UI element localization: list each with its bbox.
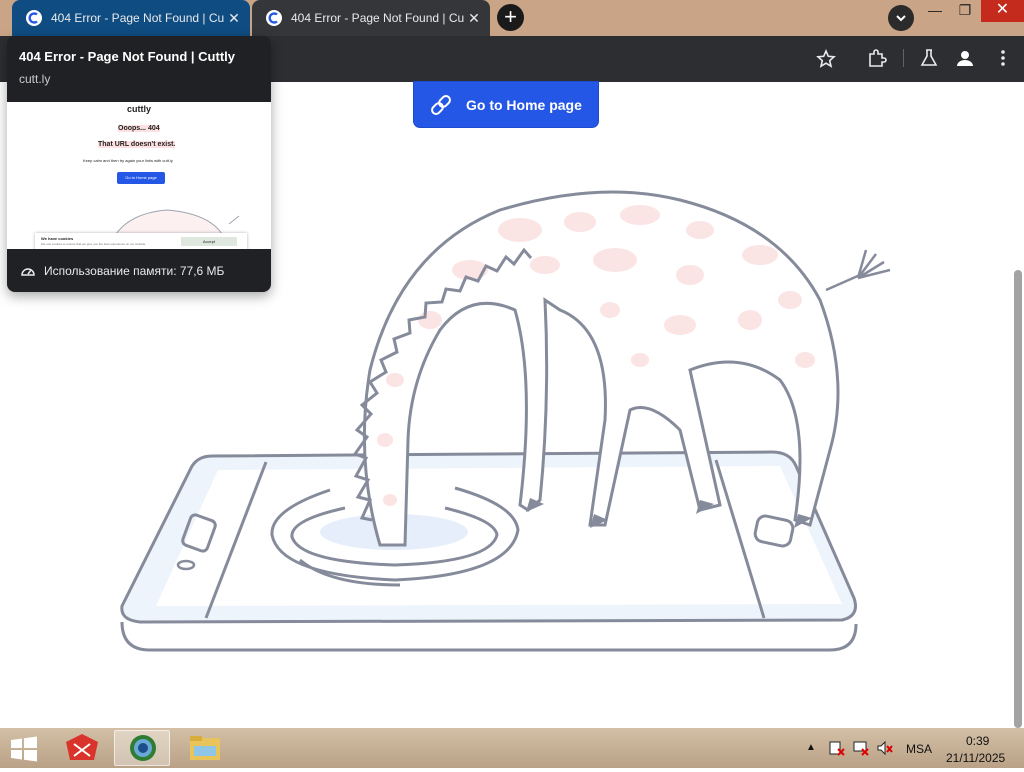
new-tab-button[interactable]: +	[497, 4, 524, 31]
preview-note: Keep calm and then try again your links …	[83, 158, 173, 163]
lab-icon[interactable]	[918, 47, 940, 69]
tab-title: 404 Error - Page Not Found | Cu	[291, 11, 465, 25]
tab-close-icon[interactable]: ✕	[226, 10, 242, 27]
hover-card-title: 404 Error - Page Not Found | Cuttly	[19, 49, 235, 64]
chevron-down-icon	[896, 15, 906, 22]
preview-cookie-title: We have cookies	[41, 236, 74, 241]
preview-heading: Ooops... 404	[118, 125, 160, 132]
preview-subheading: That URL doesn't exist.	[98, 141, 176, 148]
preview-cookie-banner: We have cookies We use cookies to ensure…	[35, 233, 247, 249]
tab-search-button[interactable]	[888, 5, 914, 31]
hover-card-preview: cuttly Ooops... 404 That URL doesn't exi…	[7, 102, 271, 249]
taskbar	[0, 728, 1024, 768]
clock-date[interactable]: 21/11/2025	[946, 751, 1005, 765]
preview-button: Go to Home page	[117, 172, 165, 184]
extensions-icon[interactable]	[866, 47, 888, 69]
restore-button[interactable]: ❐	[948, 0, 982, 22]
browser-app-icon	[130, 735, 156, 761]
tray-overflow-icon[interactable]: ▲	[806, 742, 816, 753]
cuttly-favicon-icon	[26, 10, 42, 26]
language-indicator[interactable]: MSA	[906, 742, 932, 756]
clock-time[interactable]: 0:39	[966, 734, 989, 748]
cuttly-favicon-icon	[266, 10, 282, 26]
flag-icon[interactable]	[828, 740, 846, 756]
tab-strip: 404 Error - Page Not Found | Cu ✕ 404 Er…	[0, 0, 1024, 36]
profile-icon[interactable]	[954, 47, 976, 69]
preview-logo: cuttly	[127, 104, 152, 114]
memory-icon	[21, 267, 35, 276]
star-icon[interactable]	[815, 48, 837, 70]
taskbar-app-browser[interactable]	[114, 730, 170, 766]
hover-card-domain: cutt.ly	[19, 72, 51, 86]
preview-cookie-text: We use cookies to ensure that we give yo…	[41, 242, 146, 246]
volume-muted-icon[interactable]	[876, 740, 894, 756]
app-icon	[66, 734, 98, 760]
preview-cookie-accept: Accept	[181, 237, 237, 246]
browser-tab[interactable]: 404 Error - Page Not Found | Cu ✕	[252, 0, 490, 36]
network-icon[interactable]	[852, 740, 870, 756]
taskbar-app-1[interactable]	[54, 730, 110, 766]
hover-card-footer: Использование памяти: 77,6 МБ	[7, 249, 271, 292]
tab-hover-card: 404 Error - Page Not Found | Cuttly cutt…	[7, 36, 271, 292]
minimize-button[interactable]: —	[918, 0, 952, 22]
close-window-button[interactable]: ✕	[981, 0, 1024, 22]
taskbar-app-explorer[interactable]	[176, 730, 232, 766]
tab-close-icon[interactable]: ✕	[466, 10, 482, 27]
browser-tab[interactable]: 404 Error - Page Not Found | Cu ✕	[12, 0, 250, 36]
phone-drawing	[120, 450, 858, 652]
windows-start-icon[interactable]	[8, 736, 40, 762]
folder-icon	[190, 736, 220, 760]
menu-icon[interactable]	[992, 47, 1014, 69]
tab-title: 404 Error - Page Not Found | Cu	[51, 11, 225, 25]
memory-usage-text: Использование памяти: 77,6 МБ	[44, 263, 225, 278]
toolbar-divider	[903, 49, 904, 67]
scrollbar-thumb[interactable]	[1014, 270, 1022, 728]
